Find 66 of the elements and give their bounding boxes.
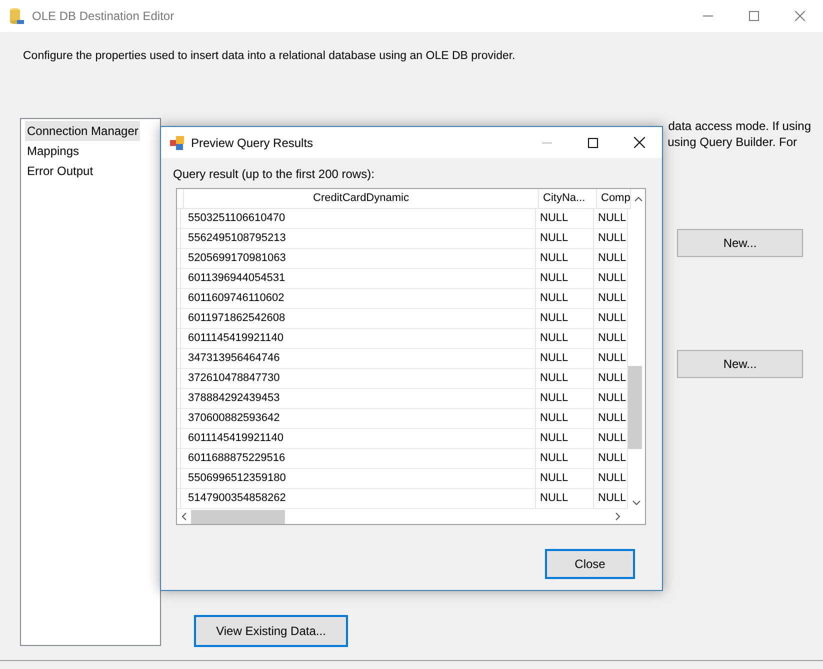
column-header[interactable]: CityNa... [539,189,597,208]
maximize-icon[interactable] [588,138,598,148]
column-header[interactable]: Comp [597,189,631,208]
page-list-item[interactable]: Error Output [25,161,96,181]
close-icon[interactable] [634,137,644,148]
scroll-down-icon[interactable] [632,500,641,506]
table-cell: NULL [594,469,628,488]
table-cell: NULL [536,209,594,228]
table-cell: NULL [594,229,628,248]
table-cell: NULL [536,369,594,388]
table-cell: 5147900354858262 [181,489,536,508]
table-cell: NULL [594,489,628,508]
scroll-left-icon[interactable] [181,512,187,521]
table-cell: NULL [536,249,594,268]
table-cell: 5205699170981063 [181,249,536,268]
query-result-label: Query result (up to the first 200 rows): [173,166,376,182]
instruction-text: data access mode. If using [668,118,811,134]
vertical-scrollbar[interactable] [628,366,642,449]
table-cell: NULL [536,489,594,508]
table-cell: NULL [536,229,594,248]
scroll-up-icon[interactable] [634,196,642,202]
table-cell: NULL [594,329,628,348]
table-cell: NULL [536,469,594,488]
table-cell: NULL [536,409,594,428]
table-cell: NULL [594,269,628,288]
table-cell: 6011145419921140 [181,429,536,448]
table-cell: NULL [536,289,594,308]
page-list-item[interactable]: Mappings [25,141,82,161]
table-cell: NULL [536,389,594,408]
table-cell: 5503251106610470 [181,209,536,228]
table-cell: 5506996512359180 [181,469,536,488]
table-cell: NULL [594,289,628,308]
table-cell: NULL [594,209,628,228]
database-icon [8,7,24,25]
table-cell: NULL [536,309,594,328]
page-list-item[interactable]: Connection Manager [25,121,140,141]
table-cell: NULL [594,449,628,468]
table-cell: NULL [594,309,628,328]
table-cell: 370600882593642 [181,409,536,428]
app-icon [170,136,184,150]
new-button[interactable]: New... [677,229,803,257]
table-cell: NULL [536,269,594,288]
table-cell: 6011609746110602 [181,289,536,308]
table-cell: 6011396944054531 [181,269,536,288]
table-cell: 347313956464746 [181,349,536,368]
table-cell: 5562495108795213 [181,229,536,248]
close-button[interactable]: Close [545,549,635,579]
table-cell: 372610478847730 [181,369,536,388]
view-existing-data-button[interactable]: View Existing Data... [194,615,348,647]
table-cell: 6011145419921140 [181,329,536,348]
window-title: OLE DB Destination Editor [32,8,174,25]
table-cell: NULL [594,249,628,268]
column-header[interactable]: CreditCardDynamic [184,189,539,208]
table-cell: NULL [536,429,594,448]
table-cell: NULL [536,349,594,368]
table-cell: 6011971862542608 [181,309,536,328]
table-cell: 6011688875229516 [181,449,536,468]
table-cell: 378884292439453 [181,389,536,408]
instruction-text: using Query Builder. For [668,134,797,150]
new-button[interactable]: New... [677,350,803,378]
table-cell: NULL [536,449,594,468]
description-text: Configure the properties used to insert data into a relational database using an OLE DB provider. [23,50,516,62]
dialog-title: Preview Query Results [191,134,314,152]
scroll-right-icon[interactable] [615,512,621,521]
table-cell: NULL [536,329,594,348]
horizontal-scrollbar[interactable] [191,510,285,524]
